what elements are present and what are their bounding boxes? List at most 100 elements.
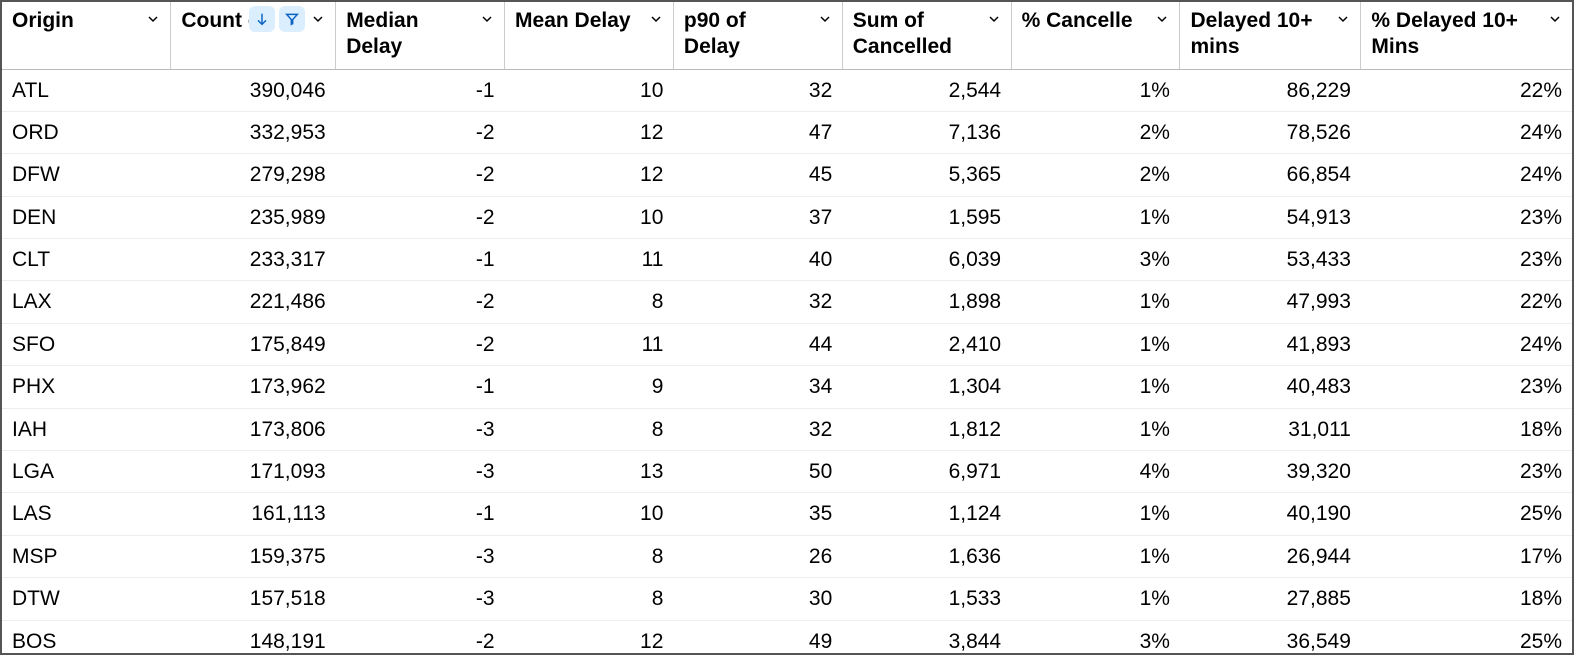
cell-sumc: 1,124 bbox=[842, 493, 1011, 535]
table-row[interactable]: LGA171,093-313506,9714%39,32023% bbox=[2, 451, 1572, 493]
cell-d10: 47,993 bbox=[1180, 281, 1361, 323]
cell-pd10: 25% bbox=[1361, 493, 1572, 535]
column-header-label: Origin bbox=[12, 8, 74, 34]
column-header-label: % Cancelle bbox=[1022, 8, 1133, 34]
cell-sumc: 6,039 bbox=[842, 239, 1011, 281]
chevron-down-icon[interactable] bbox=[1334, 10, 1352, 28]
cell-pctc: 1% bbox=[1011, 535, 1180, 577]
table-row[interactable]: ORD332,953-212477,1362%78,52624% bbox=[2, 111, 1572, 153]
cell-count: 173,806 bbox=[171, 408, 336, 450]
cell-origin: PHX bbox=[2, 366, 171, 408]
cell-origin: SFO bbox=[2, 323, 171, 365]
table-row[interactable]: PHX173,962-19341,3041%40,48323% bbox=[2, 366, 1572, 408]
cell-sumc: 1,898 bbox=[842, 281, 1011, 323]
column-header[interactable]: % Delayed 10+ Mins bbox=[1361, 2, 1572, 69]
cell-mean: 8 bbox=[505, 535, 674, 577]
cell-count: 173,962 bbox=[171, 366, 336, 408]
cell-sumc: 3,844 bbox=[842, 620, 1011, 653]
cell-origin: LAX bbox=[2, 281, 171, 323]
table-row[interactable]: DFW279,298-212455,3652%66,85424% bbox=[2, 154, 1572, 196]
cell-median: -2 bbox=[336, 620, 505, 653]
table-body: ATL390,046-110322,5441%86,22922%ORD332,9… bbox=[2, 69, 1572, 653]
table-row[interactable]: ATL390,046-110322,5441%86,22922% bbox=[2, 69, 1572, 111]
cell-p90: 37 bbox=[673, 196, 842, 238]
cell-count: 279,298 bbox=[171, 154, 336, 196]
table-row[interactable]: LAS161,113-110351,1241%40,19025% bbox=[2, 493, 1572, 535]
cell-pctc: 1% bbox=[1011, 493, 1180, 535]
cell-mean: 8 bbox=[505, 281, 674, 323]
cell-count: 233,317 bbox=[171, 239, 336, 281]
cell-mean: 10 bbox=[505, 493, 674, 535]
column-header[interactable]: % Cancelle bbox=[1011, 2, 1180, 69]
cell-pctc: 3% bbox=[1011, 620, 1180, 653]
column-header[interactable]: Median Delay bbox=[336, 2, 505, 69]
column-header[interactable]: Origin bbox=[2, 2, 171, 69]
cell-count: 175,849 bbox=[171, 323, 336, 365]
chevron-down-icon[interactable] bbox=[309, 10, 327, 28]
filter-icon[interactable] bbox=[279, 6, 305, 32]
cell-pd10: 24% bbox=[1361, 111, 1572, 153]
cell-pctc: 1% bbox=[1011, 196, 1180, 238]
data-table-container: Origin Count ofMedian Delay Mean Delay p90 … bbox=[0, 0, 1574, 655]
cell-sumc: 1,304 bbox=[842, 366, 1011, 408]
cell-mean: 13 bbox=[505, 451, 674, 493]
table-row[interactable]: CLT233,317-111406,0393%53,43323% bbox=[2, 239, 1572, 281]
chevron-down-icon[interactable] bbox=[816, 10, 834, 28]
chevron-down-icon[interactable] bbox=[647, 10, 665, 28]
table-row[interactable]: MSP159,375-38261,6361%26,94417% bbox=[2, 535, 1572, 577]
cell-median: -1 bbox=[336, 493, 505, 535]
cell-origin: DFW bbox=[2, 154, 171, 196]
column-header[interactable]: p90 of Delay bbox=[673, 2, 842, 69]
table-row[interactable]: SFO175,849-211442,4101%41,89324% bbox=[2, 323, 1572, 365]
cell-mean: 12 bbox=[505, 154, 674, 196]
cell-p90: 34 bbox=[673, 366, 842, 408]
cell-median: -3 bbox=[336, 451, 505, 493]
cell-mean: 10 bbox=[505, 196, 674, 238]
cell-median: -3 bbox=[336, 578, 505, 620]
cell-count: 390,046 bbox=[171, 69, 336, 111]
cell-p90: 26 bbox=[673, 535, 842, 577]
column-header[interactable]: Sum of Cancelled bbox=[842, 2, 1011, 69]
table-row[interactable]: LAX221,486-28321,8981%47,99322% bbox=[2, 281, 1572, 323]
table-scroll-area[interactable]: Origin Count ofMedian Delay Mean Delay p90 … bbox=[2, 2, 1572, 653]
chevron-down-icon[interactable] bbox=[1546, 10, 1564, 28]
cell-d10: 40,483 bbox=[1180, 366, 1361, 408]
cell-p90: 47 bbox=[673, 111, 842, 153]
column-header-label: Mean Delay bbox=[515, 8, 631, 34]
table-row[interactable]: DEN235,989-210371,5951%54,91323% bbox=[2, 196, 1572, 238]
cell-p90: 32 bbox=[673, 281, 842, 323]
sort-desc-icon[interactable] bbox=[249, 6, 275, 32]
cell-pctc: 1% bbox=[1011, 408, 1180, 450]
chevron-down-icon[interactable] bbox=[478, 10, 496, 28]
column-header[interactable]: Mean Delay bbox=[505, 2, 674, 69]
cell-count: 171,093 bbox=[171, 451, 336, 493]
cell-count: 159,375 bbox=[171, 535, 336, 577]
column-header[interactable]: Count of bbox=[171, 2, 336, 69]
cell-origin: ORD bbox=[2, 111, 171, 153]
chevron-down-icon[interactable] bbox=[985, 10, 1003, 28]
cell-origin: BOS bbox=[2, 620, 171, 653]
cell-median: -1 bbox=[336, 366, 505, 408]
cell-count: 157,518 bbox=[171, 578, 336, 620]
column-header-label: p90 of Delay bbox=[684, 8, 802, 61]
chevron-down-icon[interactable] bbox=[144, 10, 162, 28]
cell-count: 332,953 bbox=[171, 111, 336, 153]
cell-pd10: 23% bbox=[1361, 366, 1572, 408]
cell-median: -2 bbox=[336, 281, 505, 323]
cell-sumc: 6,971 bbox=[842, 451, 1011, 493]
cell-origin: MSP bbox=[2, 535, 171, 577]
column-header-label: Delayed 10+ mins bbox=[1190, 8, 1320, 61]
cell-origin: DTW bbox=[2, 578, 171, 620]
chevron-down-icon[interactable] bbox=[1153, 10, 1171, 28]
cell-median: -3 bbox=[336, 535, 505, 577]
table-row[interactable]: DTW157,518-38301,5331%27,88518% bbox=[2, 578, 1572, 620]
cell-origin: ATL bbox=[2, 69, 171, 111]
cell-origin: DEN bbox=[2, 196, 171, 238]
column-header[interactable]: Delayed 10+ mins bbox=[1180, 2, 1361, 69]
table-row[interactable]: BOS148,191-212493,8443%36,54925% bbox=[2, 620, 1572, 653]
cell-origin: CLT bbox=[2, 239, 171, 281]
cell-pd10: 23% bbox=[1361, 239, 1572, 281]
cell-d10: 40,190 bbox=[1180, 493, 1361, 535]
cell-median: -1 bbox=[336, 239, 505, 281]
table-row[interactable]: IAH173,806-38321,8121%31,01118% bbox=[2, 408, 1572, 450]
